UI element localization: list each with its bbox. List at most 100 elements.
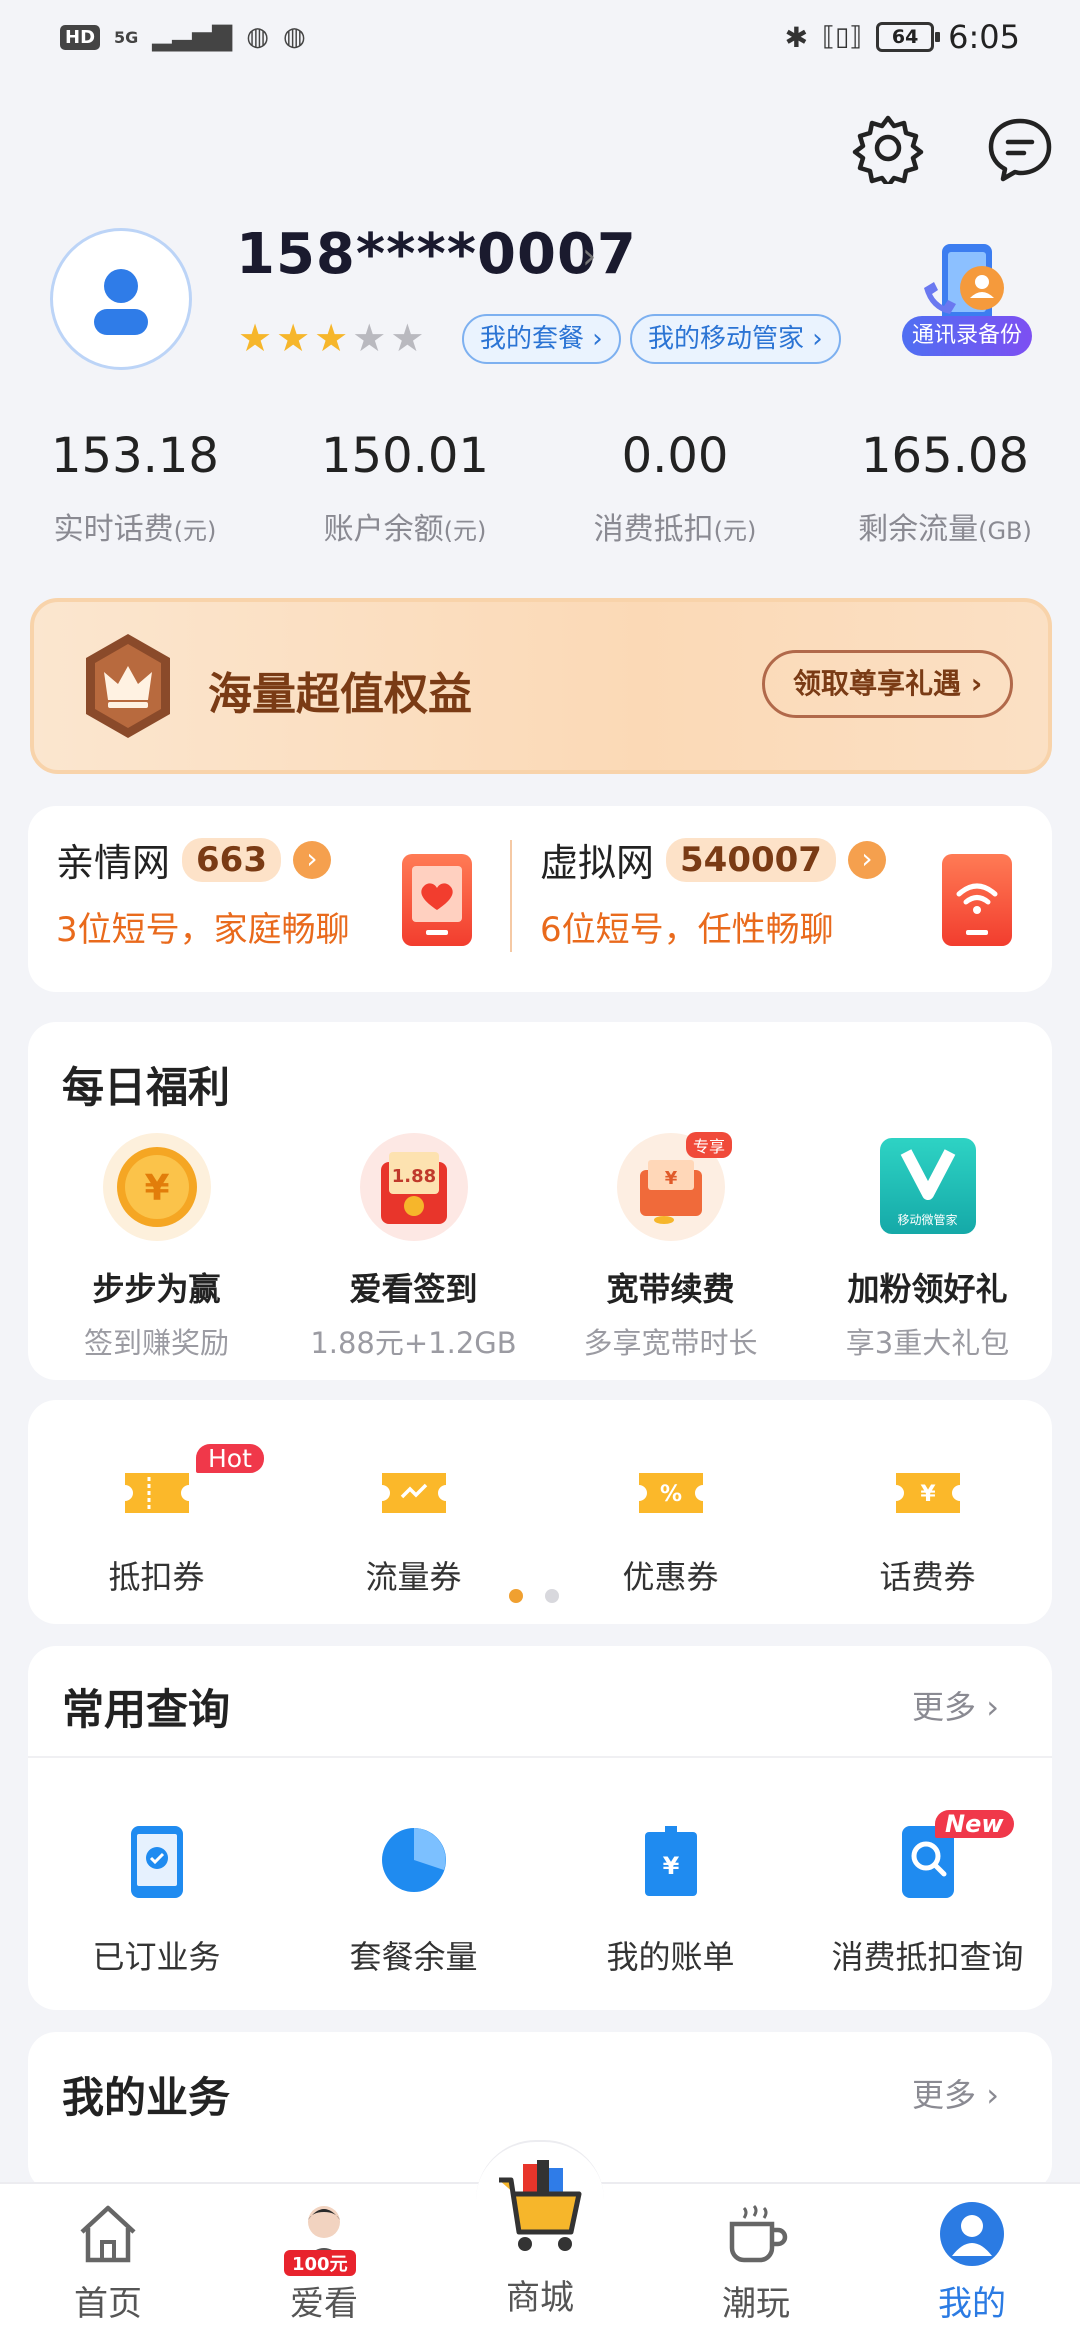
heart-phone-icon[interactable] xyxy=(402,854,472,946)
avatar[interactable] xyxy=(50,228,192,370)
coupon-label: 抵扣券 xyxy=(108,1558,205,1596)
tab-home[interactable]: 首页 xyxy=(0,2200,216,2325)
daily-item-title: 步步为赢 xyxy=(92,1270,221,1308)
status-bar: HD 5G ▂▃▅▇ ◍ ◍ ✱ ⟦▯⟧ 64 6:05 xyxy=(0,0,1080,80)
business-more-link[interactable]: 更多 › xyxy=(912,2070,999,2116)
svg-text:¥: ¥ xyxy=(920,1482,936,1507)
svg-text:¥: ¥ xyxy=(144,1168,169,1209)
query-my-bill[interactable]: ¥ 我的账单 xyxy=(542,1824,799,1978)
star-icon: ★ xyxy=(390,316,425,360)
wifi-phone-icon[interactable] xyxy=(942,854,1012,946)
stat-account-balance[interactable]: 150.01 账户余额(元) xyxy=(270,428,540,548)
subscribed-phone-icon xyxy=(28,1824,285,1908)
daily-item-sub: 多享宽带时长 xyxy=(583,1326,758,1360)
profile-icon xyxy=(864,2200,1080,2270)
daily-item-steps[interactable]: ¥ 步步为赢 签到赚奖励 xyxy=(28,1132,285,1362)
bluetooth-icon: ✱ xyxy=(784,20,809,54)
claim-benefits-button[interactable]: 领取尊享礼遇 › xyxy=(762,650,1014,718)
coupon-label: 优惠券 xyxy=(622,1558,719,1596)
stat-realtime-fee[interactable]: 153.18 实时话费(元) xyxy=(0,428,270,548)
stat-label: 账户余额(元) xyxy=(323,512,487,547)
tab-trendy[interactable]: 潮玩 xyxy=(648,2200,864,2325)
query-plan-balance[interactable]: 套餐余量 xyxy=(285,1824,542,1978)
coin-icon: ¥ xyxy=(28,1132,285,1250)
tab-label: 我的 xyxy=(938,2284,1006,2324)
data-ticket-icon xyxy=(285,1448,542,1538)
virtual-network-header[interactable]: 虚拟网 540007 › xyxy=(540,832,886,887)
family-network-sub: 3位短号，家庭畅聊 xyxy=(56,910,350,950)
my-manager-button[interactable]: 我的移动管家 › xyxy=(630,314,841,364)
stat-label: 剩余流量(GB) xyxy=(858,512,1032,547)
exclusive-tag: 专享 xyxy=(686,1132,733,1158)
queries-title: 常用查询 xyxy=(62,1685,231,1734)
daily-item-title: 宽带续费 xyxy=(606,1270,735,1308)
daily-item-broadband[interactable]: ¥ 专享 宽带续费 多享宽带时长 xyxy=(542,1132,799,1362)
tab-label: 首页 xyxy=(74,2284,142,2324)
coffee-cup-icon xyxy=(648,2200,864,2270)
svg-text:%: % xyxy=(659,1482,681,1507)
virtual-network-number: 540007 xyxy=(666,837,836,882)
hot-tag: Hot xyxy=(196,1444,264,1473)
signal-icon: ▂▃▅▇ xyxy=(152,22,233,52)
watch-avatar-icon: 100元 xyxy=(216,2200,432,2276)
coupon-discount[interactable]: % 优惠券 xyxy=(542,1448,799,1598)
settings-icon[interactable] xyxy=(850,110,926,186)
coupon-data[interactable]: 流量券 xyxy=(285,1448,542,1598)
business-title: 我的业务 xyxy=(62,2073,231,2122)
ticket-icon: Hot xyxy=(28,1444,285,1538)
daily-item-sub: 1.88元+1.2GB xyxy=(310,1326,517,1360)
message-icon[interactable] xyxy=(982,112,1058,188)
page-indicator-active xyxy=(509,1589,523,1603)
stat-label: 消费抵扣(元) xyxy=(593,512,757,547)
virtual-network-sub: 6位短号，任性畅聊 xyxy=(540,910,834,950)
red-envelope-icon: 1.88 xyxy=(285,1132,542,1250)
virtual-network-title: 虚拟网 xyxy=(540,841,655,885)
daily-item-sub: 签到赚奖励 xyxy=(83,1326,229,1360)
wifi-calling-icon-2: ◍ xyxy=(282,22,306,52)
star-icon: ★ xyxy=(238,316,273,360)
shopping-cart-icon xyxy=(432,2150,648,2270)
aikan-tag: 100元 xyxy=(284,2250,356,2276)
chevron-right-icon[interactable]: › xyxy=(582,236,596,277)
queries-more-link[interactable]: 更多 › xyxy=(912,1682,999,1728)
query-deduction[interactable]: New 消费抵扣查询 xyxy=(799,1810,1056,1978)
tab-label: 商城 xyxy=(506,2278,574,2318)
v-logo-icon: 移动微管家 xyxy=(799,1132,1056,1250)
tab-label: 潮玩 xyxy=(722,2284,790,2324)
divider xyxy=(28,1756,1052,1758)
daily-item-sub: 享3重大礼包 xyxy=(845,1326,1010,1360)
tab-mall[interactable]: 商城 xyxy=(432,2150,648,2319)
tab-label: 爱看 xyxy=(290,2284,358,2324)
daily-item-aikan-signin[interactable]: 1.88 爱看签到 1.88元+1.2GB xyxy=(285,1132,542,1362)
stat-remaining-data[interactable]: 165.08 剩余流量(GB) xyxy=(810,428,1080,548)
percent-ticket-icon: % xyxy=(542,1448,799,1538)
svg-text:¥: ¥ xyxy=(662,1852,679,1880)
wifi-calling-icon: ◍ xyxy=(246,22,269,52)
contacts-backup-label[interactable]: 通讯录备份 xyxy=(902,316,1032,356)
phone-number[interactable]: 158****0007 xyxy=(236,222,637,287)
coupon-label: 话费券 xyxy=(879,1558,976,1596)
tab-aikan[interactable]: 100元 爱看 xyxy=(216,2200,432,2325)
coupon-phone-fee[interactable]: ¥ 话费券 xyxy=(799,1448,1056,1598)
yuan-ticket-icon: ¥ xyxy=(799,1448,1056,1538)
pie-chart-icon xyxy=(285,1824,542,1908)
my-plan-button[interactable]: 我的套餐 › xyxy=(462,314,621,364)
tab-mine[interactable]: 我的 xyxy=(864,2200,1080,2325)
query-subscribed[interactable]: 已订业务 xyxy=(28,1824,285,1978)
daily-item-follow-gift[interactable]: 移动微管家 加粉领好礼 享3重大礼包 xyxy=(799,1132,1056,1362)
stat-value: 153.18 xyxy=(51,428,219,484)
battery-icon: 64 xyxy=(876,22,941,52)
family-network-header[interactable]: 亲情网 663 › xyxy=(56,832,331,887)
stat-consumption-deduction[interactable]: 0.00 消费抵扣(元) xyxy=(540,428,810,548)
vibrate-icon: ⟦▯⟧ xyxy=(822,22,863,52)
home-icon xyxy=(0,2200,216,2270)
stat-value: 165.08 xyxy=(861,428,1029,484)
stat-value: 150.01 xyxy=(321,428,489,484)
daily-item-title: 加粉领好礼 xyxy=(847,1270,1008,1308)
star-icon: ★ xyxy=(314,316,349,360)
queries-grid: 已订业务 套餐余量 ¥ 我的账单 New 消费抵扣查询 xyxy=(28,1810,1056,1978)
query-label: 已订业务 xyxy=(92,1938,221,1976)
network-type: 5G xyxy=(114,27,139,47)
coupon-deduction[interactable]: Hot 抵扣券 xyxy=(28,1444,285,1598)
broadband-envelope-icon: ¥ 专享 xyxy=(542,1132,799,1250)
